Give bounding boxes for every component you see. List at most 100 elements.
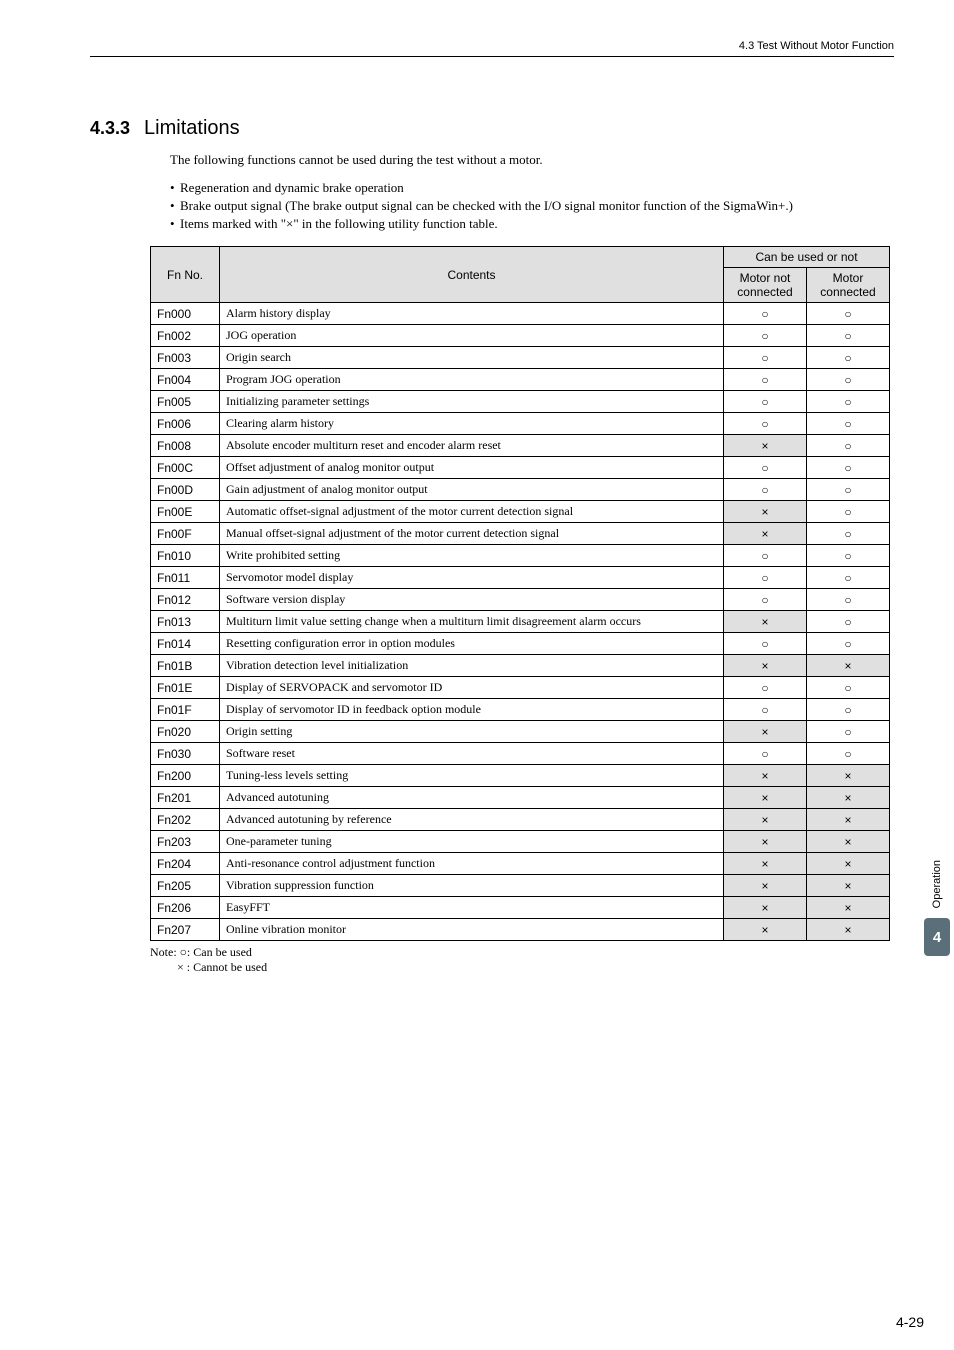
table-row: Fn011Servomotor model display○○ xyxy=(151,567,890,589)
table-row: Fn013Multiturn limit value setting chang… xyxy=(151,611,890,633)
cell-fn-no: Fn004 xyxy=(151,369,220,391)
table-row: Fn01FDisplay of servomotor ID in feedbac… xyxy=(151,699,890,721)
cell-fn-no: Fn207 xyxy=(151,919,220,941)
cell-fn-no: Fn020 xyxy=(151,721,220,743)
table-row: Fn003Origin search○○ xyxy=(151,347,890,369)
cell-fn-no: Fn206 xyxy=(151,897,220,919)
cell-motor-connected: × xyxy=(807,875,890,897)
table-row: Fn201Advanced autotuning×× xyxy=(151,787,890,809)
section-heading: 4.3.3 Limitations xyxy=(90,117,894,140)
cell-fn-no: Fn00F xyxy=(151,523,220,545)
cell-fn-no: Fn01B xyxy=(151,655,220,677)
cell-motor-not-connected: ○ xyxy=(724,633,807,655)
table-row: Fn00FManual offset-signal adjustment of … xyxy=(151,523,890,545)
side-tab-label: Operation xyxy=(931,860,943,908)
cell-motor-connected: ○ xyxy=(807,391,890,413)
cell-contents: Vibration suppression function xyxy=(220,875,724,897)
cell-fn-no: Fn01F xyxy=(151,699,220,721)
table-row: Fn01BVibration detection level initializ… xyxy=(151,655,890,677)
header-rule xyxy=(90,56,894,57)
cell-contents: Display of SERVOPACK and servomotor ID xyxy=(220,677,724,699)
cell-contents: Origin search xyxy=(220,347,724,369)
table-row: Fn006Clearing alarm history○○ xyxy=(151,413,890,435)
side-tab: Operation 4 xyxy=(924,860,950,956)
cell-contents: Initializing parameter settings xyxy=(220,391,724,413)
cell-fn-no: Fn200 xyxy=(151,765,220,787)
cell-fn-no: Fn012 xyxy=(151,589,220,611)
bullet-list: •Regeneration and dynamic brake operatio… xyxy=(170,180,894,232)
cell-motor-connected: ○ xyxy=(807,567,890,589)
cell-fn-no: Fn002 xyxy=(151,325,220,347)
cell-fn-no: Fn010 xyxy=(151,545,220,567)
table-note: Note: ○: Can be used × : Cannot be used xyxy=(150,945,894,975)
cell-motor-connected: × xyxy=(807,787,890,809)
cell-contents: Automatic offset-signal adjustment of th… xyxy=(220,501,724,523)
cell-fn-no: Fn205 xyxy=(151,875,220,897)
cell-motor-not-connected: ○ xyxy=(724,391,807,413)
cell-motor-not-connected: × xyxy=(724,809,807,831)
table-row: Fn207Online vibration monitor×× xyxy=(151,919,890,941)
bullet-item: Brake output signal (The brake output si… xyxy=(180,198,894,214)
cell-contents: Resetting configuration error in option … xyxy=(220,633,724,655)
cell-motor-not-connected: × xyxy=(724,831,807,853)
cell-motor-connected: ○ xyxy=(807,611,890,633)
cell-fn-no: Fn203 xyxy=(151,831,220,853)
cell-fn-no: Fn000 xyxy=(151,303,220,325)
page-number: 4-29 xyxy=(896,1314,924,1330)
cell-motor-not-connected: ○ xyxy=(724,457,807,479)
utility-function-table: Fn No. Contents Can be used or not Motor… xyxy=(150,246,890,941)
cell-motor-not-connected: × xyxy=(724,787,807,809)
cell-fn-no: Fn013 xyxy=(151,611,220,633)
cell-contents: Software version display xyxy=(220,589,724,611)
cell-contents: One-parameter tuning xyxy=(220,831,724,853)
table-row: Fn205Vibration suppression function×× xyxy=(151,875,890,897)
cell-motor-connected: × xyxy=(807,853,890,875)
cell-motor-not-connected: ○ xyxy=(724,589,807,611)
cell-motor-not-connected: ○ xyxy=(724,369,807,391)
cell-motor-connected: ○ xyxy=(807,325,890,347)
cell-motor-connected: ○ xyxy=(807,303,890,325)
cell-contents: Tuning-less levels setting xyxy=(220,765,724,787)
cell-contents: Software reset xyxy=(220,743,724,765)
cell-contents: Advanced autotuning xyxy=(220,787,724,809)
running-header: 4.3 Test Without Motor Function xyxy=(90,40,894,56)
bullet-item: Regeneration and dynamic brake operation xyxy=(180,180,894,196)
cell-motor-not-connected: × xyxy=(724,611,807,633)
table-row: Fn200Tuning-less levels setting×× xyxy=(151,765,890,787)
col-motor-connected: Motor connected xyxy=(807,268,890,303)
cell-contents: Program JOG operation xyxy=(220,369,724,391)
table-row: Fn202Advanced autotuning by reference×× xyxy=(151,809,890,831)
cell-motor-not-connected: ○ xyxy=(724,567,807,589)
cell-fn-no: Fn00C xyxy=(151,457,220,479)
cell-contents: Display of servomotor ID in feedback opt… xyxy=(220,699,724,721)
table-row: Fn020Origin setting×○ xyxy=(151,721,890,743)
bullet-item: Items marked with "×" in the following u… xyxy=(180,216,894,232)
cell-contents: Vibration detection level initialization xyxy=(220,655,724,677)
cell-motor-connected: ○ xyxy=(807,347,890,369)
intro-text: The following functions cannot be used d… xyxy=(170,152,894,168)
cell-contents: Advanced autotuning by reference xyxy=(220,809,724,831)
section-number: 4.3.3 xyxy=(90,118,130,139)
cell-fn-no: Fn01E xyxy=(151,677,220,699)
cell-motor-connected: ○ xyxy=(807,369,890,391)
cell-motor-connected: ○ xyxy=(807,721,890,743)
cell-motor-not-connected: × xyxy=(724,501,807,523)
col-contents: Contents xyxy=(220,247,724,303)
cell-contents: Origin setting xyxy=(220,721,724,743)
cell-fn-no: Fn011 xyxy=(151,567,220,589)
cell-motor-connected: × xyxy=(807,765,890,787)
cell-fn-no: Fn014 xyxy=(151,633,220,655)
section-title: Limitations xyxy=(144,117,240,140)
cell-motor-not-connected: ○ xyxy=(724,303,807,325)
cell-motor-not-connected: ○ xyxy=(724,545,807,567)
cell-motor-connected: ○ xyxy=(807,545,890,567)
cell-motor-not-connected: ○ xyxy=(724,325,807,347)
cell-motor-connected: × xyxy=(807,655,890,677)
note-line: Note: ○: Can be used xyxy=(150,945,252,959)
table-row: Fn01EDisplay of SERVOPACK and servomotor… xyxy=(151,677,890,699)
cell-contents: Servomotor model display xyxy=(220,567,724,589)
col-fn-no: Fn No. xyxy=(151,247,220,303)
cell-motor-connected: ○ xyxy=(807,479,890,501)
cell-contents: Multiturn limit value setting change whe… xyxy=(220,611,724,633)
table-row: Fn00EAutomatic offset-signal adjustment … xyxy=(151,501,890,523)
